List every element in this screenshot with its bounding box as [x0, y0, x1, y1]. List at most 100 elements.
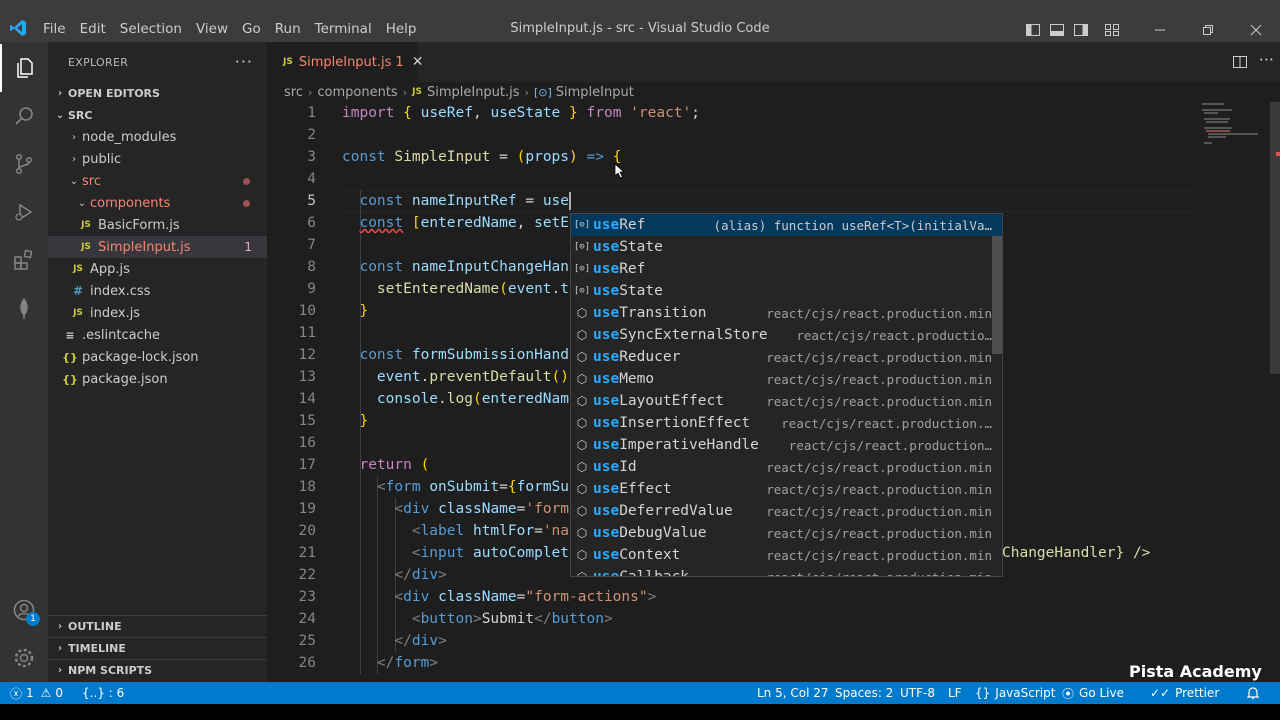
code-line[interactable]: 2 [267, 124, 1280, 146]
extensions-icon[interactable] [0, 236, 48, 284]
suggestion-item[interactable]: ⬡ useSyncExternalStore react/cjs/react.pro… [571, 324, 1002, 346]
outline-section[interactable]: › OUTLINE [48, 615, 267, 637]
menu-terminal[interactable]: Terminal [308, 18, 379, 42]
language-mode[interactable]: {} JavaScript [975, 682, 1055, 704]
code-line[interactable]: 23 <div className="form-actions"> [267, 586, 1280, 608]
line-number: 15 [298, 413, 316, 429]
chevron-down-icon: ⌄ [77, 197, 87, 209]
menu-selection[interactable]: Selection [113, 18, 189, 42]
src-root-section[interactable]: ⌄ SRC [48, 104, 267, 126]
code-line[interactable]: 1 import { useRef, useState } from 'react… [267, 102, 1280, 124]
suggestion-item[interactable]: ⬡ useInsertionEffect react/cjs/react.produ… [571, 412, 1002, 434]
tree-item-package-lock[interactable]: {} package-lock.json [48, 346, 267, 368]
suggestion-item[interactable]: [⊙] useRef (alias) function useRef<T>(init… [571, 214, 1002, 236]
timeline-section[interactable]: › TIMELINE [48, 637, 267, 659]
suggestion-item[interactable]: ⬡ useLayoutEffect react/cjs/react.producti… [571, 390, 1002, 412]
customize-layout-icon[interactable] [1101, 19, 1123, 41]
suggestion-item[interactable]: [⊙] useState [571, 280, 1002, 302]
manage-gear-icon[interactable] [0, 634, 48, 682]
tree-item-node-modules[interactable]: › node_modules [48, 126, 267, 148]
code-text: console.log(enteredNam [376, 391, 570, 407]
suggestion-item[interactable]: ⬡ useMemo react/cjs/react.production.min [571, 368, 1002, 390]
tab-simpleinput[interactable]: JS SimpleInput.js 1 ✕ [267, 42, 423, 82]
code-text-overflow: ChangeHandler} /> [1002, 545, 1151, 561]
breadcrumb-item[interactable]: components [317, 85, 397, 100]
tree-item-app[interactable]: JS App.js [48, 258, 267, 280]
suggestion-item[interactable]: [⊙] useRef [571, 258, 1002, 280]
toggle-panel-icon[interactable] [1046, 19, 1068, 41]
editor-more-actions-icon[interactable]: ··· [1259, 50, 1274, 69]
notifications-bell-icon[interactable] [1246, 682, 1260, 704]
suggestion-item[interactable]: ⬡ useDebugValue react/cjs/react.production… [571, 522, 1002, 544]
minimap[interactable] [1200, 102, 1270, 162]
tab-close-icon[interactable]: ✕ [412, 54, 424, 70]
line-number: 22 [298, 567, 316, 583]
tree-item-package-json[interactable]: {} package.json [48, 368, 267, 390]
minimap-line [1208, 133, 1258, 135]
split-editor-icon[interactable] [1232, 54, 1248, 74]
tree-item-simpleinput[interactable]: JS SimpleInput.js 1 [48, 236, 267, 258]
menu-view[interactable]: View [189, 18, 235, 42]
tree-item-basicform[interactable]: JS BasicForm.js [48, 214, 267, 236]
suggestion-item[interactable]: ⬡ useId react/cjs/react.production.min [571, 456, 1002, 478]
explorer-icon[interactable] [0, 44, 48, 92]
suggestion-item[interactable]: ⬡ useEffect react/cjs/react.production.min [571, 478, 1002, 500]
code-line[interactable]: 3 const SimpleInput = (props) => { [267, 146, 1280, 168]
run-debug-icon[interactable] [0, 188, 48, 236]
menu-help[interactable]: Help [379, 18, 424, 42]
breadcrumb-item[interactable]: SimpleInput [556, 85, 634, 100]
suggestion-item[interactable]: ⬡ useContext react/cjs/react.production.mi… [571, 544, 1002, 566]
suggestion-item[interactable]: ⬡ useDeferredValue react/cjs/react.product… [571, 500, 1002, 522]
menu-edit[interactable]: Edit [73, 18, 113, 42]
suggestion-item[interactable]: ⬡ useImperativeHandle react/cjs/react.prod… [571, 434, 1002, 456]
eol-status[interactable]: LF [948, 682, 962, 704]
more-actions-icon[interactable]: ··· [235, 52, 253, 71]
code-line[interactable]: 25 </div> [267, 630, 1280, 652]
tree-item-index-css[interactable]: # index.css [48, 280, 267, 302]
cursor-position[interactable]: Ln 5, Col 27 [757, 682, 829, 704]
accounts-icon[interactable]: 1 [0, 586, 48, 634]
npm-scripts-section[interactable]: › NPM SCRIPTS [48, 659, 267, 681]
encoding-status[interactable]: UTF-8 [900, 682, 935, 704]
module-icon: ⬡ [576, 504, 588, 518]
status-bar: ⓧ 1 ⚠ 0 {..} : 6 Ln 5, Col 27 Spaces: 2 … [0, 682, 1280, 704]
editor-scrollbar[interactable] [1270, 102, 1280, 374]
go-live-button[interactable]: ⦿ Go Live [1062, 682, 1124, 704]
line-number: 25 [298, 633, 316, 649]
suggestion-item[interactable]: ⬡ useCallback react/cjs/react.production.m… [571, 566, 1002, 576]
braces-status[interactable]: {..} : 6 [82, 682, 124, 704]
problems-status[interactable]: ⓧ 1 ⚠ 0 [10, 682, 63, 704]
toggle-sidebar-icon[interactable] [1022, 19, 1044, 41]
suggestion-item[interactable]: [⊙] useState [571, 236, 1002, 258]
suggestion-item[interactable]: ⬡ useTransition react/cjs/react.production… [571, 302, 1002, 324]
open-editors-section[interactable]: › OPEN EDITORS [48, 82, 267, 104]
breadcrumb-item[interactable]: SimpleInput.js [427, 85, 520, 100]
suggest-widget[interactable]: [⊙] useRef (alias) function useRef<T>(init… [570, 213, 1003, 577]
breadcrumb-item[interactable]: src [284, 85, 303, 100]
code-line[interactable]: 5 const nameInputRef = use [267, 190, 1280, 212]
suggestion-item[interactable]: ⬡ useReducer react/cjs/react.production.mi… [571, 346, 1002, 368]
code-text: <div className='form [394, 501, 570, 517]
explorer-sidebar: EXPLORER ··· › OPEN EDITORS ⌄ SRC › node… [48, 42, 267, 682]
search-icon[interactable] [0, 92, 48, 140]
tree-item-src[interactable]: ⌄ src [48, 170, 267, 192]
menu-run[interactable]: Run [268, 18, 308, 42]
minimap-line [1206, 121, 1228, 123]
code-text: <div className="form-actions"> [394, 589, 657, 605]
code-line[interactable]: 4 [267, 168, 1280, 190]
code-line[interactable]: 24 <button>Submit</button> [267, 608, 1280, 630]
menu-file[interactable]: File [36, 18, 73, 42]
menu-go[interactable]: Go [235, 18, 268, 42]
code-text: setEnteredName(event.t [376, 281, 569, 297]
toggle-secondary-sidebar-icon[interactable] [1070, 19, 1092, 41]
source-control-icon[interactable] [0, 140, 48, 188]
file-lines-icon: ≡ [65, 328, 75, 342]
tree-item-public[interactable]: › public [48, 148, 267, 170]
indentation-status[interactable]: Spaces: 2 [835, 682, 893, 704]
suggestion-label: useLayoutEffect [593, 393, 724, 409]
tree-item-eslintcache[interactable]: ≡ .eslintcache [48, 324, 267, 346]
prettier-status[interactable]: ✓✓ Prettier [1150, 682, 1219, 704]
tree-item-index-js[interactable]: JS index.js [48, 302, 267, 324]
tree-item-components[interactable]: ⌄ components [48, 192, 267, 214]
mongodb-icon[interactable] [0, 284, 48, 332]
